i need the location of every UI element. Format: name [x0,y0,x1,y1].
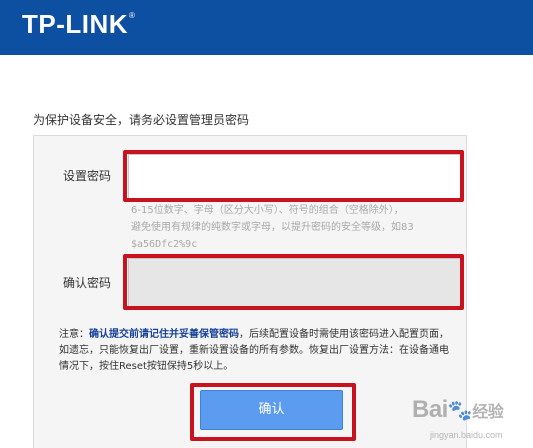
password-input[interactable] [129,155,460,198]
password-setup-panel: 设置密码 6-15位数字、字母（区分大小写）、符号的组合（空格除外）， 避免使用… [33,135,467,448]
confirm-password-field-box[interactable] [128,258,461,307]
baidu-jingyan-watermark: Bai🐾经验 jingyan.baidu.com [412,396,533,448]
hint-example: $a56Dfc2%9c [131,239,198,250]
registered-mark: ® [129,11,136,20]
attention-note: 注意：确认提交前请记住并妥善保管密码，后续配置设备时需使用该密码进入配置页面，如… [34,327,468,375]
top-header: TP-LINK® [0,0,533,55]
note-prefix: 注意： [59,329,89,340]
watermark-url: jingyan.baidu.com [430,430,503,440]
tp-link-logo: TP-LINK® [22,9,136,40]
watermark-jingyan: 经验 [472,404,504,421]
confirm-password-label: 确认密码 [63,276,112,290]
password-label: 设置密码 [63,169,112,183]
watermark-bai: Bai [412,396,448,423]
hint-line-1: 6-15位数字、字母（区分大小写）、符号的组合（空格除外）， [131,205,404,216]
paw-icon: 🐾 [447,400,473,422]
hint-line-2: 避免使用有规律的纯数字或字母，以提升密码的安全等级，如83 [131,222,414,233]
confirm-button[interactable]: 确认 [200,390,343,430]
password-hint: 6-15位数字、字母（区分大小写）、符号的组合（空格除外）， 避免使用有规律的纯… [131,202,461,253]
password-field-box[interactable] [128,154,461,199]
watermark-logo: Bai🐾经验 [412,396,504,424]
logo-text: TP-LINK [22,9,129,39]
note-emphasis: 确认提交前请记住并妥善保管密码 [89,329,239,340]
confirm-password-input[interactable] [129,259,460,306]
security-notice: 为保护设备安全，请务必设置管理员密码 [33,113,250,127]
